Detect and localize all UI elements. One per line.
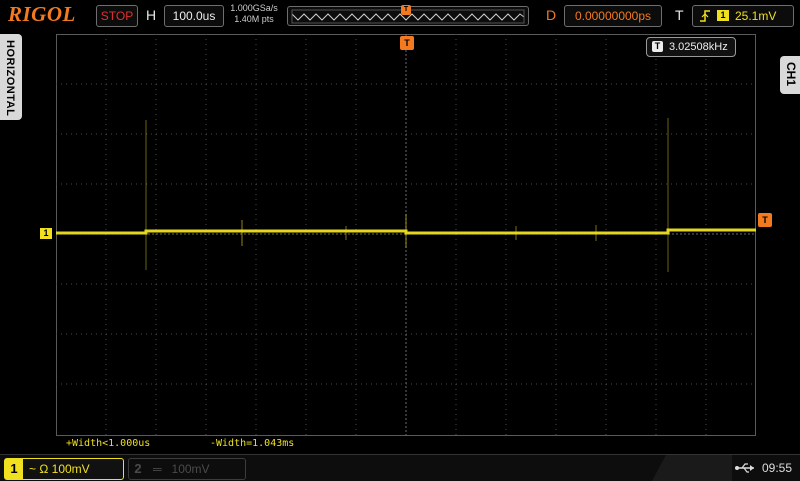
ch1-tab[interactable]: CH1 (780, 56, 800, 94)
bottom-status-bar: 1 ~ Ω 100mV 2 ═ 100mV 09:55 (0, 454, 800, 481)
memory-waveform-overview: T (287, 5, 529, 26)
clock: 09:55 (762, 461, 793, 475)
horizontal-tab[interactable]: HORIZONTAL (0, 34, 22, 120)
horizontal-tab-label: HORIZONTAL (4, 40, 16, 117)
usb-icon (735, 463, 754, 473)
trigger-position-marker: T (401, 5, 411, 15)
ch1-scale: 100mV (51, 462, 90, 476)
brand-logo: RIGOL (8, 2, 76, 26)
run-stop-indicator[interactable]: STOP (96, 5, 138, 27)
ch1-coupling-scale: ~ Ω 100mV (29, 459, 90, 479)
positive-width-measurement: +Width<1.000us (66, 438, 151, 449)
waveform-display[interactable] (56, 34, 756, 436)
memory-depth: 1.40M pts (234, 14, 274, 24)
ch1-settings[interactable]: 1 ~ Ω 100mV (4, 458, 124, 480)
frequency-marker-badge: T (652, 41, 663, 52)
frequency-readout: T 3.02508kHz (646, 37, 736, 57)
trigger-label: T (675, 7, 684, 23)
delay-value[interactable]: 0.00000000ps (564, 5, 662, 27)
sample-rate: 1.000GSa/s (230, 3, 278, 13)
ch2-coupling-scale: ═ 100mV (153, 459, 210, 479)
frequency-value: 3.02508kHz (669, 41, 728, 53)
ch1-coupling: ~ Ω (29, 462, 49, 476)
trigger-level: 25.1mV (735, 9, 777, 23)
ch2-scale: 100mV (171, 462, 210, 476)
ch2-number: 2 (134, 461, 142, 476)
ch2-settings[interactable]: 2 ═ 100mV (128, 458, 246, 480)
trigger-source-badge: 1 (717, 10, 729, 21)
ch1-tab-label: CH1 (784, 62, 798, 87)
rising-edge-icon (700, 10, 710, 22)
ch2-coupling: ═ (153, 462, 162, 476)
top-status-bar: RIGOL STOP H 100.0us 1.000GSa/s 1.40M pt… (0, 0, 800, 30)
trigger-settings[interactable]: 1 25.1mV (692, 5, 794, 27)
negative-width-measurement: -Width=1.043ms (210, 438, 295, 449)
delay-label: D (546, 7, 557, 23)
status-tab-shape (652, 455, 732, 481)
timebase-value[interactable]: 100.0us (164, 5, 224, 27)
trigger-level-marker[interactable]: T (758, 213, 772, 227)
ch1-ground-marker[interactable]: 1 (40, 228, 52, 239)
acquisition-info: 1.000GSa/s 1.40M pts (228, 3, 280, 25)
horizontal-label: H (146, 7, 157, 23)
ch1-number: 1 (5, 459, 23, 479)
trigger-time-marker[interactable]: T (400, 36, 414, 50)
